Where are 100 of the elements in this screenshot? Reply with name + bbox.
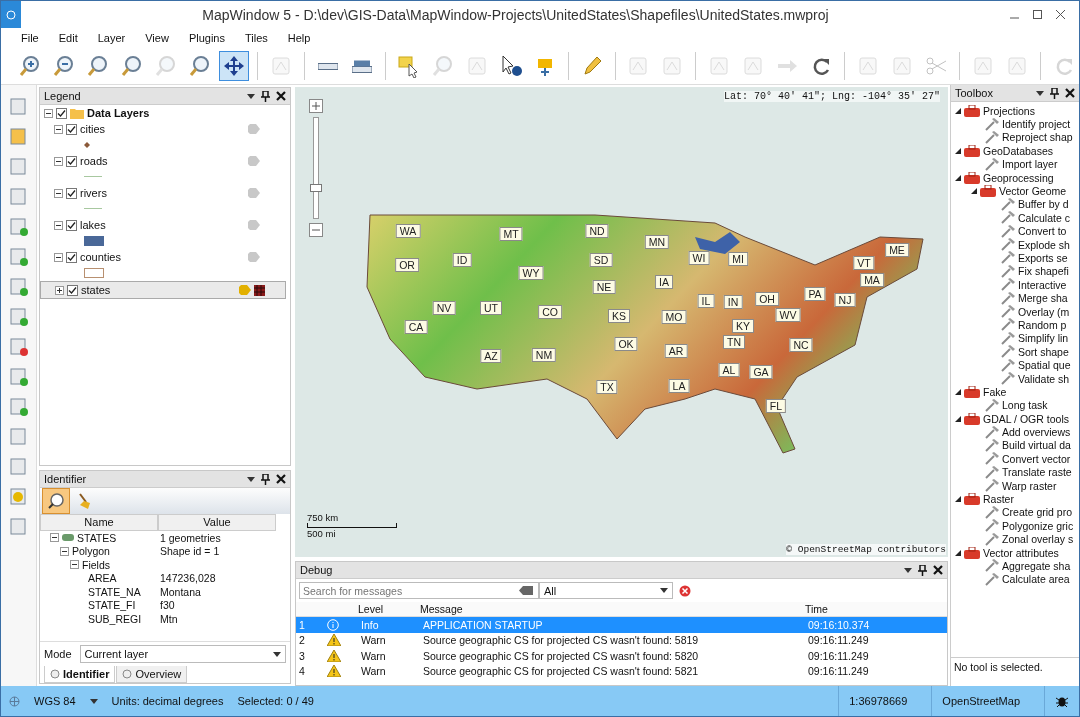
tool-item[interactable]: Explode sh [1018, 238, 1070, 251]
tool-item[interactable]: Create grid pro [1002, 506, 1073, 519]
tile-provider[interactable]: OpenStreetMap [931, 686, 1030, 716]
collapse-icon[interactable] [955, 496, 961, 502]
menu-item[interactable]: Help [277, 32, 321, 44]
tree-node-label[interactable]: STATE_NA [88, 585, 141, 598]
tool-item[interactable]: Convert vector [1002, 452, 1071, 465]
tool-item[interactable]: Long task [1002, 399, 1048, 412]
tool-group[interactable]: Vector Geome [999, 185, 1067, 198]
menu-item[interactable]: Tiles [234, 32, 278, 44]
pane-menu-icon[interactable] [904, 567, 912, 573]
tool-item[interactable]: Identify project [1002, 118, 1071, 131]
collapse-icon[interactable] [54, 156, 63, 166]
tool-item[interactable]: Random p [1018, 318, 1067, 331]
projection-label[interactable]: WGS 84 [34, 695, 76, 707]
legend-layer-row[interactable]: states [40, 281, 286, 299]
collapse-icon[interactable] [60, 546, 69, 556]
tool-item[interactable]: Merge sha [1018, 292, 1068, 305]
tool-item[interactable]: Spatial que [1018, 359, 1071, 372]
checkbox[interactable] [66, 187, 77, 199]
tree-node-label[interactable]: STATES [77, 531, 117, 544]
collapse-icon[interactable] [955, 549, 961, 556]
collapse-icon[interactable] [70, 560, 79, 570]
tool-item[interactable]: Interactive [1018, 278, 1067, 291]
tree-node-label[interactable]: Polygon [72, 545, 110, 558]
collapse-icon[interactable] [955, 147, 961, 154]
menu-item[interactable]: View [135, 32, 179, 44]
column-header[interactable]: Time [805, 602, 947, 617]
pane-menu-icon[interactable] [1036, 90, 1044, 96]
checkbox[interactable] [66, 251, 77, 263]
tree-node-label[interactable]: Fields [82, 558, 110, 571]
legend-layer-row[interactable]: lakes [40, 217, 290, 233]
map-view[interactable]: Lat: 70° 40' 41"; Lng: -104° 35' 27" WA MT ND MN ME OR ID WY SD WI MI VT MA NE IA IL IN OH PA NJ NV UT CO KS MO KY WV CA OK AR TN NC AZ NM AL GA TX LA FL 750 km 500 mi © OpenStreetMap contributors [295, 87, 948, 557]
tool-group[interactable]: Raster [983, 493, 1014, 505]
pattern-icon[interactable] [254, 284, 265, 296]
collapse-icon[interactable] [971, 188, 977, 195]
tool-group[interactable]: Vector attributes [983, 546, 1059, 559]
zoom-in-button[interactable] [309, 99, 323, 113]
tool-group[interactable]: Geoprocessing [983, 171, 1054, 184]
tool-item[interactable]: Sort shape [1018, 345, 1069, 358]
legend-layer-row[interactable]: roads [40, 153, 290, 169]
menu-item[interactable]: Plugins [178, 32, 235, 44]
panel-tab[interactable]: Overview [116, 666, 188, 683]
mode-dropdown[interactable]: Current layer [79, 645, 286, 663]
tool-item[interactable]: Aggregate sha [1002, 559, 1071, 572]
collapse-icon[interactable] [44, 108, 53, 118]
tool-item[interactable]: Overlay (m [1018, 305, 1070, 318]
tree-node-label[interactable]: SUB_REGI [88, 612, 142, 625]
tool-item[interactable]: Validate sh [1018, 372, 1070, 385]
search-field[interactable]: Search for messages [299, 582, 539, 599]
menu-item[interactable]: File [11, 32, 49, 44]
close-icon[interactable] [933, 565, 943, 575]
tool-item[interactable]: Zonal overlay s [1002, 533, 1074, 546]
tool-item[interactable]: Reproject shap [1002, 131, 1073, 144]
dropdown-arrow-icon[interactable] [660, 588, 668, 593]
column-header[interactable]: Name [40, 514, 158, 531]
tool-item[interactable]: Import layer [1002, 158, 1058, 171]
close-icon[interactable] [1065, 88, 1075, 98]
tool-item[interactable]: Calculate c [1018, 211, 1070, 224]
collapse-icon[interactable] [955, 107, 961, 114]
clear-log-icon[interactable] [679, 584, 691, 597]
menu-item[interactable]: Edit [48, 32, 88, 44]
tool-item[interactable]: Convert to [1018, 225, 1067, 238]
tool-item[interactable]: Warp raster [1002, 479, 1057, 492]
menu-item[interactable]: Layer [87, 32, 136, 44]
expand-icon[interactable] [55, 285, 64, 295]
zoom-out-button[interactable] [309, 223, 323, 237]
pane-menu-icon[interactable] [247, 476, 255, 482]
close-icon[interactable] [276, 474, 286, 484]
panel-tab[interactable]: Identifier [44, 666, 116, 683]
close-icon[interactable] [1056, 10, 1065, 19]
collapse-icon[interactable] [54, 124, 63, 134]
collapse-icon[interactable] [54, 220, 63, 230]
checkbox[interactable] [66, 123, 77, 135]
collapse-icon[interactable] [54, 252, 63, 262]
zoom-slider-thumb[interactable] [310, 183, 322, 192]
level-filter-dropdown[interactable]: All [539, 582, 673, 599]
legend-layer-row[interactable]: cities [40, 121, 290, 137]
close-icon[interactable] [276, 91, 286, 101]
identify-button[interactable] [42, 488, 70, 514]
column-header[interactable]: Level [358, 602, 420, 617]
legend-layer-row[interactable]: counties [40, 249, 290, 265]
checkbox[interactable] [67, 284, 78, 296]
collapse-icon[interactable] [54, 188, 63, 198]
tool-group[interactable]: GDAL / OGR tools [983, 412, 1069, 425]
checkbox[interactable] [66, 219, 77, 231]
tool-item[interactable]: Calculate area [1002, 573, 1070, 586]
collapse-icon[interactable] [50, 533, 59, 543]
tool-item[interactable]: Translate raste [1002, 466, 1072, 479]
dropdown-arrow-icon[interactable] [89, 698, 98, 704]
collapse-icon[interactable] [955, 388, 961, 395]
tool-group[interactable]: Fake [983, 385, 1007, 398]
zoom-slider[interactable] [313, 117, 319, 219]
tool-item[interactable]: Add overviews [1002, 426, 1071, 439]
tool-item[interactable]: Exports se [1018, 252, 1068, 264]
tool-item[interactable]: Polygonize gric [1002, 519, 1074, 532]
pane-menu-icon[interactable] [247, 93, 255, 99]
tool-item[interactable]: Simplify lin [1018, 332, 1069, 345]
tool-item[interactable]: Build virtual da [1002, 439, 1071, 452]
collapse-icon[interactable] [955, 415, 961, 422]
